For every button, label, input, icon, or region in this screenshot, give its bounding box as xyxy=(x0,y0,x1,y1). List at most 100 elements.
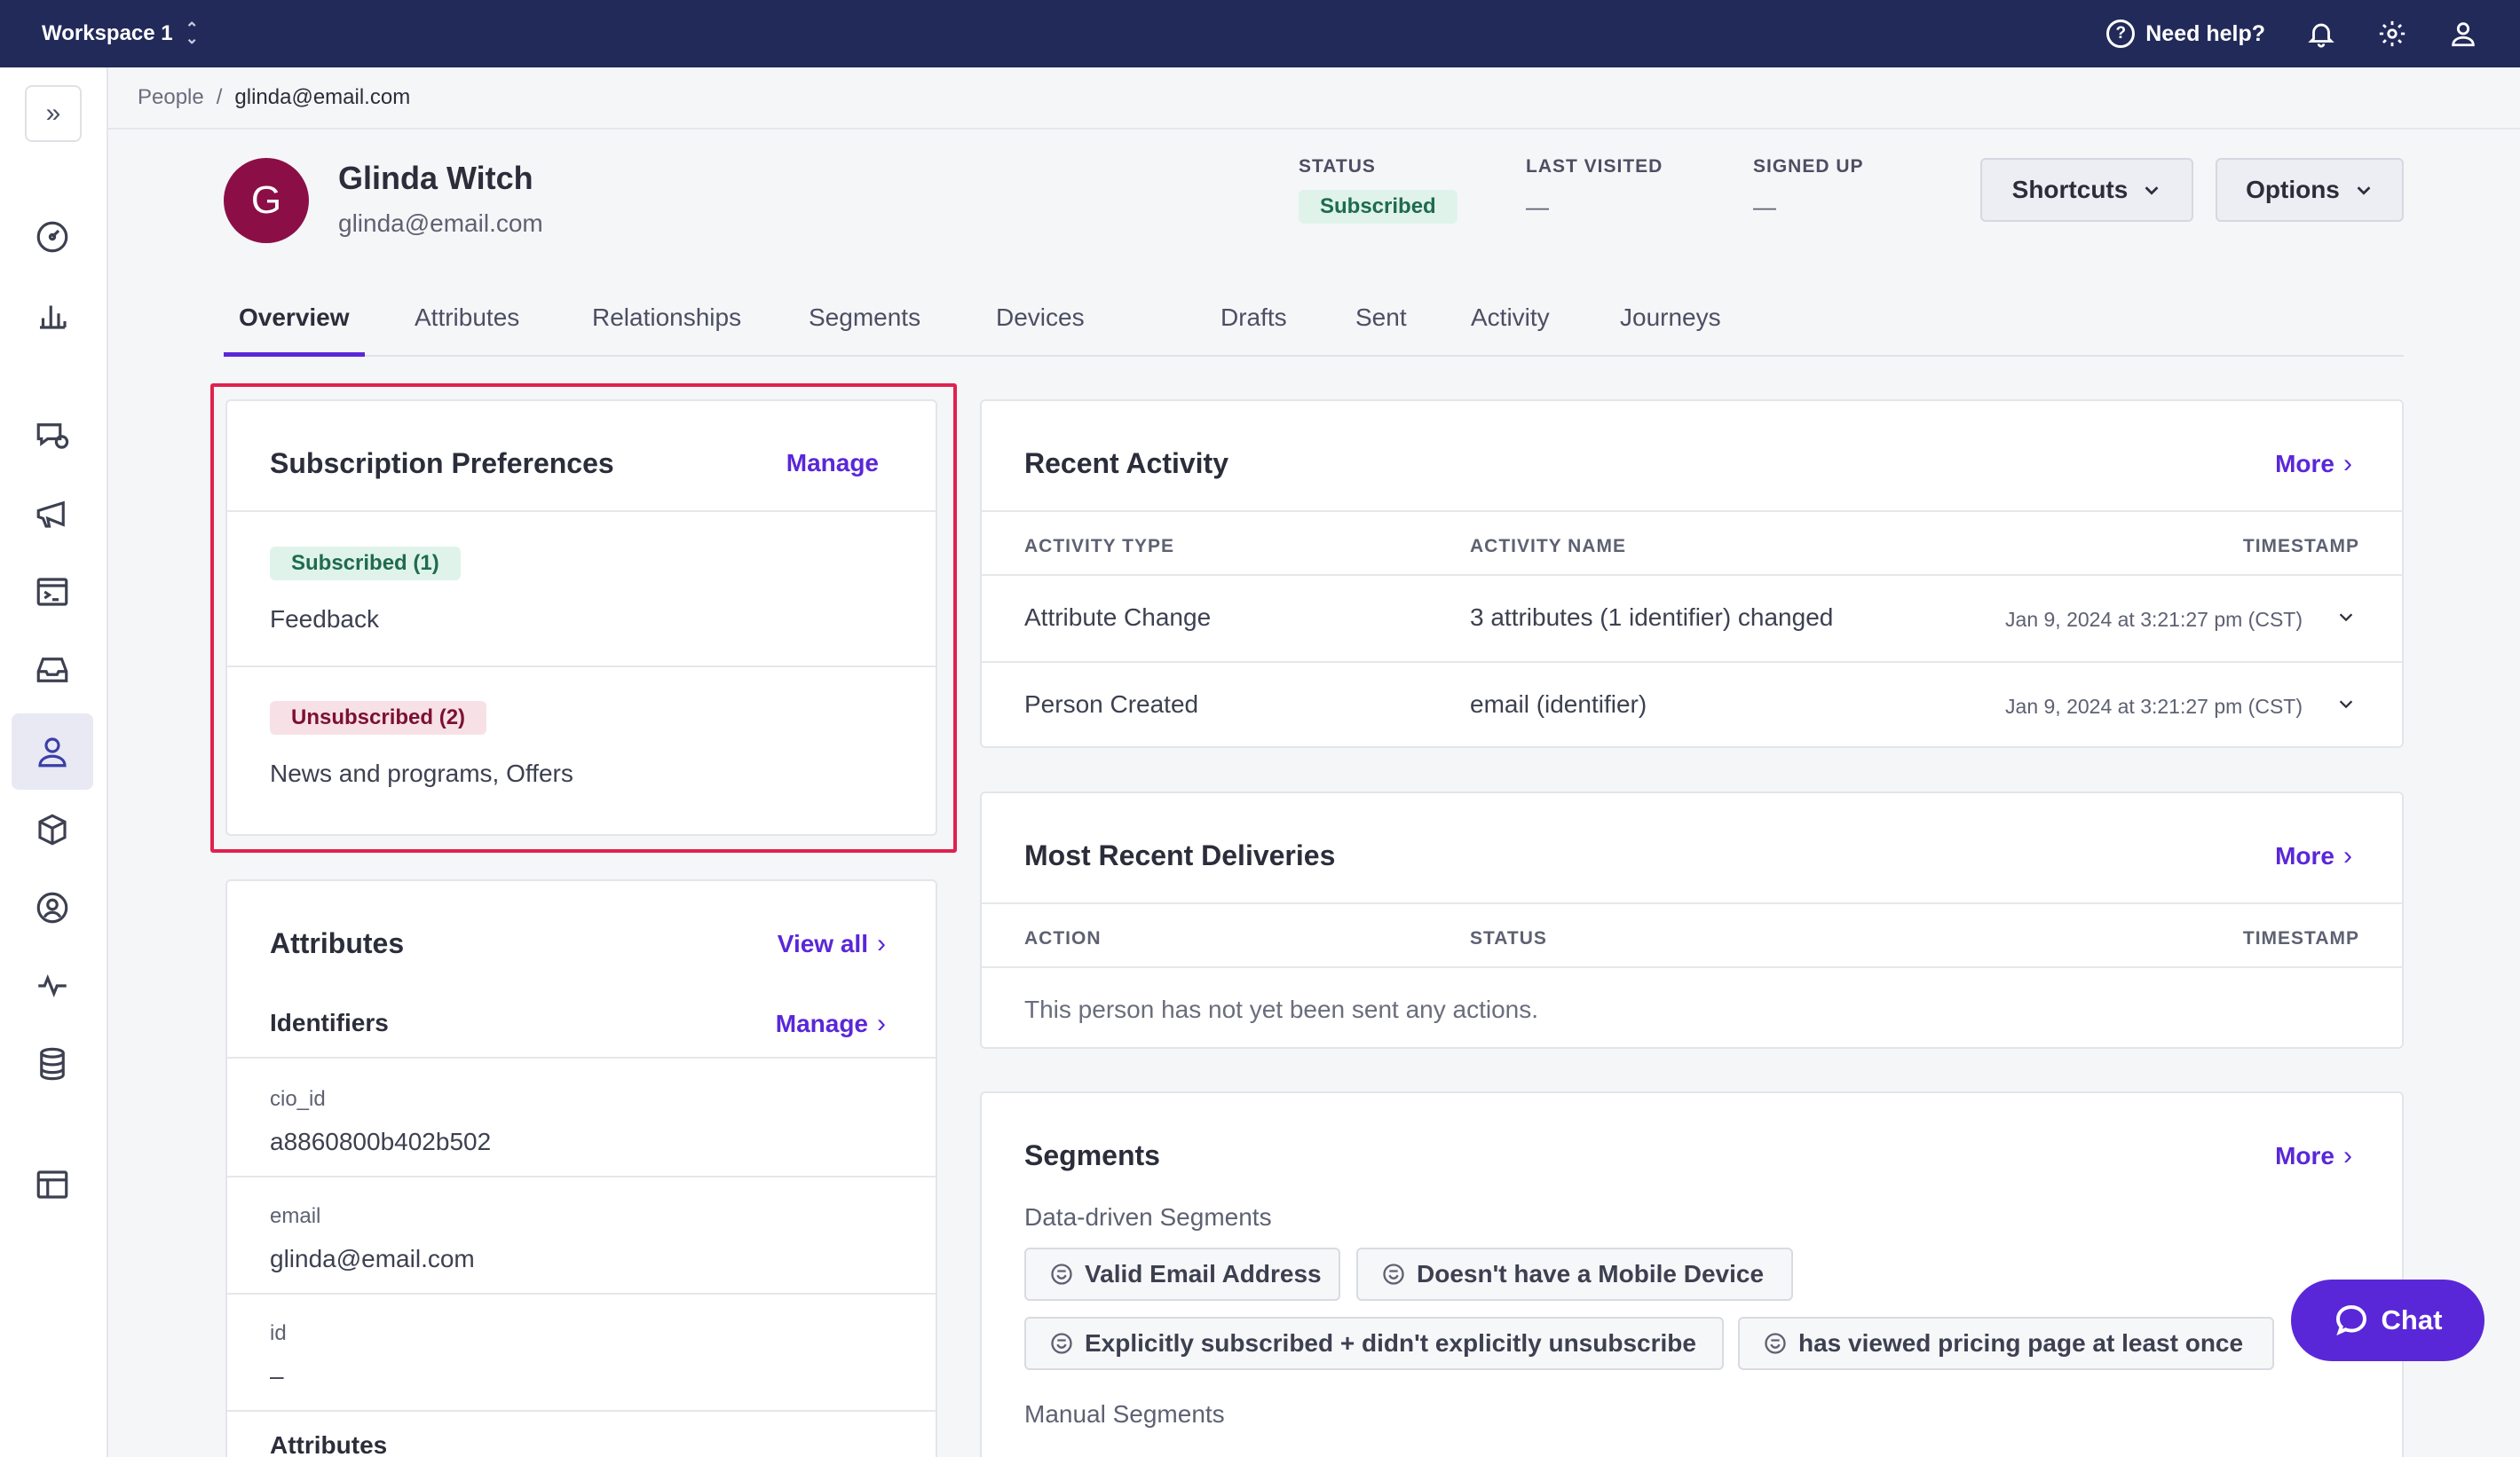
tab-sent[interactable]: Sent xyxy=(1340,293,1422,357)
activity-name: email (identifier) xyxy=(1470,690,1647,718)
top-bar-actions: ? Need help? xyxy=(2106,19,2478,49)
chat-bubble-icon xyxy=(2334,1303,2369,1338)
more-label: More xyxy=(2275,842,2334,870)
last-visited-value: — xyxy=(1526,193,1549,220)
segment-icon xyxy=(1049,1331,1074,1356)
chevron-down-icon[interactable] xyxy=(2336,607,2356,626)
tab-drafts[interactable]: Drafts xyxy=(1205,293,1302,357)
breadcrumb-people-link[interactable]: People xyxy=(138,85,204,110)
signed-up-value: — xyxy=(1753,193,1776,220)
tab-segments[interactable]: Segments xyxy=(794,293,936,357)
left-nav: » xyxy=(0,67,108,1457)
expand-nav-button[interactable]: » xyxy=(25,85,82,142)
divider xyxy=(227,1057,936,1059)
divider xyxy=(982,661,2402,663)
segment-chip[interactable]: Doesn't have a Mobile Device xyxy=(1356,1248,1793,1301)
tab-journeys[interactable]: Journeys xyxy=(1605,293,1736,357)
table-icon[interactable] xyxy=(12,1146,93,1223)
shortcuts-label: Shortcuts xyxy=(2011,176,2129,203)
segment-label: Explicitly subscribed + didn't explicitl… xyxy=(1085,1329,1696,1357)
database-icon[interactable] xyxy=(12,1026,93,1102)
analytics-bar-icon[interactable] xyxy=(12,277,93,353)
deliveries-more-link[interactable]: More › xyxy=(2275,841,2352,871)
tab-attributes[interactable]: Attributes xyxy=(399,293,534,357)
segment-chip[interactable]: Valid Email Address xyxy=(1024,1248,1340,1301)
chevron-down-icon xyxy=(2354,180,2374,200)
column-header: ACTIVITY TYPE xyxy=(1024,536,1174,556)
status-badge: Subscribed xyxy=(1299,190,1457,224)
view-all-label: View all xyxy=(777,930,868,957)
workspace-name: Workspace 1 xyxy=(42,21,173,45)
identifiers-title: Identifiers xyxy=(270,1009,389,1036)
chevron-down-icon[interactable] xyxy=(2336,694,2356,713)
manage-label: Manage xyxy=(775,1010,868,1037)
people-icon[interactable] xyxy=(12,713,93,790)
dashboard-gauge-icon[interactable] xyxy=(12,199,93,275)
divider xyxy=(227,1410,936,1412)
chevron-right-icon: › xyxy=(877,1009,886,1038)
field-value: – xyxy=(270,1362,284,1390)
more-label: More xyxy=(2275,1142,2334,1170)
deliveries-empty-state: This person has not yet been sent any ac… xyxy=(1024,996,1539,1023)
broadcast-icon[interactable] xyxy=(12,398,93,474)
inbox-icon[interactable] xyxy=(12,632,93,708)
chat-label: Chat xyxy=(2381,1304,2443,1335)
tab-overview[interactable]: Overview xyxy=(224,293,365,357)
divider xyxy=(982,510,2402,512)
more-label: More xyxy=(2275,450,2334,477)
segment-label: Doesn't have a Mobile Device xyxy=(1417,1260,1765,1288)
divider xyxy=(982,574,2402,576)
status-label: STATUS xyxy=(1299,156,1376,177)
manual-segments-title: Manual Segments xyxy=(1024,1400,1225,1428)
breadcrumb-separator: / xyxy=(216,85,223,109)
deliveries-title: Most Recent Deliveries xyxy=(1024,839,1336,871)
recent-activity-title: Recent Activity xyxy=(1024,447,1228,479)
identifiers-manage-link[interactable]: Manage › xyxy=(776,1009,886,1039)
account-circle-icon[interactable] xyxy=(12,870,93,946)
chevron-right-icon: › xyxy=(2343,841,2352,870)
help-button[interactable]: ? Need help? xyxy=(2106,20,2265,48)
gear-icon[interactable] xyxy=(2377,19,2407,49)
segment-chip[interactable]: has viewed pricing page at least once xyxy=(1738,1317,2274,1370)
breadcrumb-current: glinda@email.com xyxy=(234,85,411,109)
megaphone-icon[interactable] xyxy=(12,476,93,552)
updown-chevron-icon: ⌃ ⌄ xyxy=(185,20,199,47)
view-all-attributes-link[interactable]: View all › xyxy=(778,929,886,959)
workspace-switcher[interactable]: Workspace 1 ⌃ ⌄ xyxy=(42,20,199,47)
options-button[interactable]: Options xyxy=(2216,158,2404,222)
person-name: Glinda Witch xyxy=(338,160,533,196)
signed-up-meta: SIGNED UP — xyxy=(1753,156,1864,221)
divider xyxy=(227,1176,936,1177)
last-visited-meta: LAST VISITED — xyxy=(1526,156,1663,221)
column-header: ACTIVITY NAME xyxy=(1470,536,1626,556)
segment-icon xyxy=(1381,1262,1406,1287)
field-label: id xyxy=(270,1321,287,1345)
tab-devices[interactable]: Devices xyxy=(981,293,1100,357)
chevron-down-icon xyxy=(2142,180,2161,200)
column-header: ACTION xyxy=(1024,928,1102,949)
segment-icon xyxy=(1763,1331,1788,1356)
activity-pulse-icon[interactable] xyxy=(12,948,93,1024)
recent-activity-card: Recent Activity More › ACTIVITY TYPE ACTI… xyxy=(980,399,2404,748)
breadcrumb: People / glinda@email.com xyxy=(108,67,2520,130)
terminal-icon[interactable] xyxy=(12,554,93,630)
segments-title: Segments xyxy=(1024,1139,1160,1171)
user-icon[interactable] xyxy=(2448,19,2478,49)
status-meta: STATUS Subscribed xyxy=(1299,156,1457,224)
segment-chip[interactable]: Explicitly subscribed + didn't explicitl… xyxy=(1024,1317,1724,1370)
field-value: glinda@email.com xyxy=(270,1245,475,1272)
segments-more-link[interactable]: More › xyxy=(2275,1141,2352,1171)
field-value: a8860800b402b502 xyxy=(270,1128,492,1155)
tab-activity[interactable]: Activity xyxy=(1456,293,1565,357)
deliveries-card: Most Recent Deliveries More › ACTION STAT… xyxy=(980,792,2404,1049)
tab-relationships[interactable]: Relationships xyxy=(577,293,756,357)
bell-icon[interactable] xyxy=(2306,19,2336,49)
objects-cube-icon[interactable] xyxy=(12,792,93,868)
chat-button[interactable]: Chat xyxy=(2291,1280,2484,1361)
shortcuts-button[interactable]: Shortcuts xyxy=(1980,158,2193,222)
field-label: email xyxy=(270,1204,321,1228)
signed-up-label: SIGNED UP xyxy=(1753,156,1864,177)
chevron-right-icon: › xyxy=(2343,449,2352,478)
recent-activity-more-link[interactable]: More › xyxy=(2275,449,2352,479)
activity-timestamp: Jan 9, 2024 at 3:21:27 pm (CST) xyxy=(2005,695,2303,718)
